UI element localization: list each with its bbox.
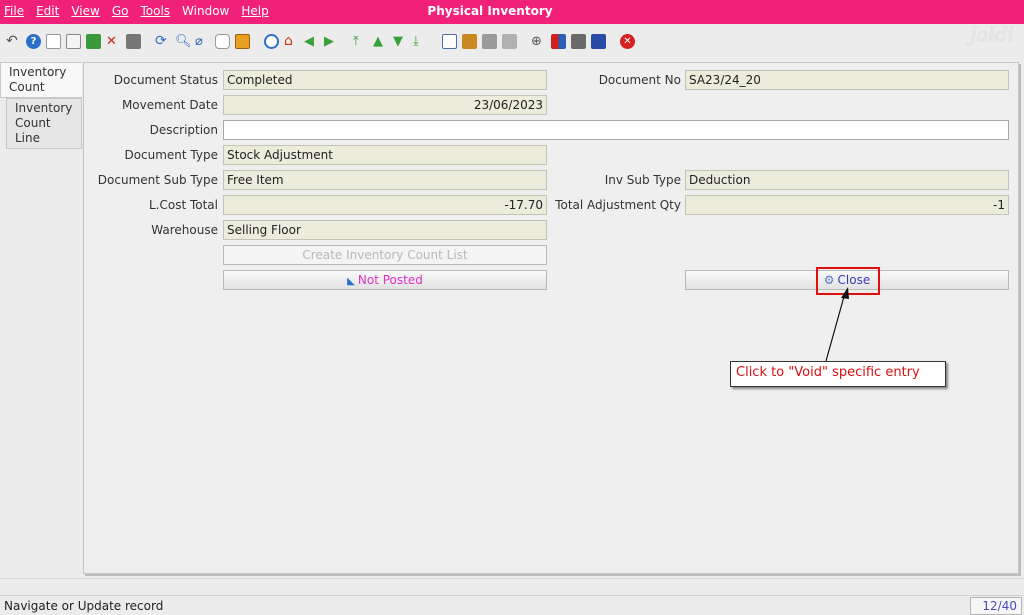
first-record-icon[interactable]: ⤒ [353,34,368,49]
refresh-icon[interactable]: ⟳ [155,33,170,49]
exit-icon[interactable]: ✕ [620,33,635,49]
print-icon[interactable] [502,33,517,49]
warehouse-label: Warehouse [151,223,218,237]
product-info-icon[interactable] [591,33,606,49]
menu-bar: File Edit View Go Tools Window Help Phys… [0,0,1024,24]
document-sub-type-field[interactable]: Free Item [223,170,547,190]
report-icon[interactable] [442,33,457,49]
forward-icon[interactable]: ▶ [324,34,339,49]
save-icon[interactable] [86,33,101,49]
new-icon[interactable] [46,33,61,49]
workflow-icon[interactable] [551,33,566,49]
document-no-label: Document No [598,73,681,87]
previous-record-icon[interactable]: ▲ [373,34,388,49]
archive-icon[interactable] [462,33,477,49]
inv-sub-type-label: Inv Sub Type [604,173,681,187]
posting-chart-icon: ◣ [347,276,355,287]
status-message: Navigate or Update record [4,599,164,613]
next-record-icon[interactable]: ▼ [393,34,408,49]
description-label: Description [149,123,218,137]
lcost-total-label: L.Cost Total [148,198,218,212]
total-adjustment-qty-label: Total Adjustment Qty [555,198,681,212]
not-posted-button[interactable]: ◣ Not Posted [223,270,547,290]
record-tabs: Inventory Count Inventory Count Line [0,62,83,149]
lcost-total-field[interactable]: -17.70 [223,195,547,215]
attachment-icon[interactable]: ⌀ [195,34,210,49]
document-type-label: Document Type [124,148,218,162]
undo-icon[interactable]: ↶ [6,33,21,49]
inv-sub-type-field[interactable]: Deduction [685,170,1009,190]
jaldi-logo: jaldi [970,22,1014,46]
tab-inventory-count[interactable]: Inventory Count [0,62,82,98]
window-title: Physical Inventory [427,4,553,18]
toolbar-separator [522,34,526,49]
movement-date-field[interactable]: 23/06/2023 [223,95,547,115]
history-icon[interactable] [264,33,279,49]
grid-toggle-icon[interactable] [235,33,250,49]
annotation-callout: Click to "Void" specific entry [730,361,946,387]
document-status-label: Document Status [113,73,218,87]
toolbar-separator [344,34,348,49]
document-status-field[interactable]: Completed [223,70,547,90]
toolbar-separator [255,34,259,49]
document-no-field[interactable]: SA23/24_20 [685,70,1009,90]
document-type-field[interactable]: Stock Adjustment [223,145,547,165]
document-sub-type-label: Document Sub Type [97,173,218,187]
back-icon[interactable]: ◀ [304,34,319,49]
status-bar: Navigate or Update record 12/40 [0,595,1024,615]
movement-date-label: Movement Date [121,98,218,112]
chat-icon[interactable] [215,33,230,49]
help-icon[interactable]: ? [26,33,41,49]
active-workflow-icon[interactable] [571,33,586,49]
close-button-highlight [816,267,880,295]
toolbar-separator [146,34,150,49]
tab-inventory-count-line[interactable]: Inventory Count Line [6,98,82,149]
toolbar-separator [433,34,437,49]
find-icon[interactable]: 🔍︎ [175,34,192,49]
toolbar-separator [611,34,615,49]
not-posted-label: Not Posted [357,273,423,287]
description-field[interactable] [223,120,1009,140]
last-record-icon[interactable]: ⤓ [413,34,428,49]
record-count[interactable]: 12/40 [970,597,1022,615]
print-preview-icon[interactable] [482,33,497,49]
toolbar: ↶ ? ✕ ⟳ 🔍︎ ⌀ ⌂ ◀ ▶ ⤒ ▲ ▼ ⤓ ⊕ ✕ [0,28,1024,54]
warehouse-field[interactable]: Selling Floor [223,220,547,240]
zoom-across-icon[interactable]: ⊕ [531,34,546,49]
home-icon[interactable]: ⌂ [284,33,299,49]
bottom-divider [0,578,1024,579]
total-adjustment-qty-field[interactable]: -1 [685,195,1009,215]
copy-icon[interactable] [66,33,81,49]
create-inventory-count-list-button[interactable]: Create Inventory Count List [223,245,547,265]
save-disk-icon[interactable] [126,33,141,49]
delete-icon[interactable]: ✕ [106,34,121,49]
